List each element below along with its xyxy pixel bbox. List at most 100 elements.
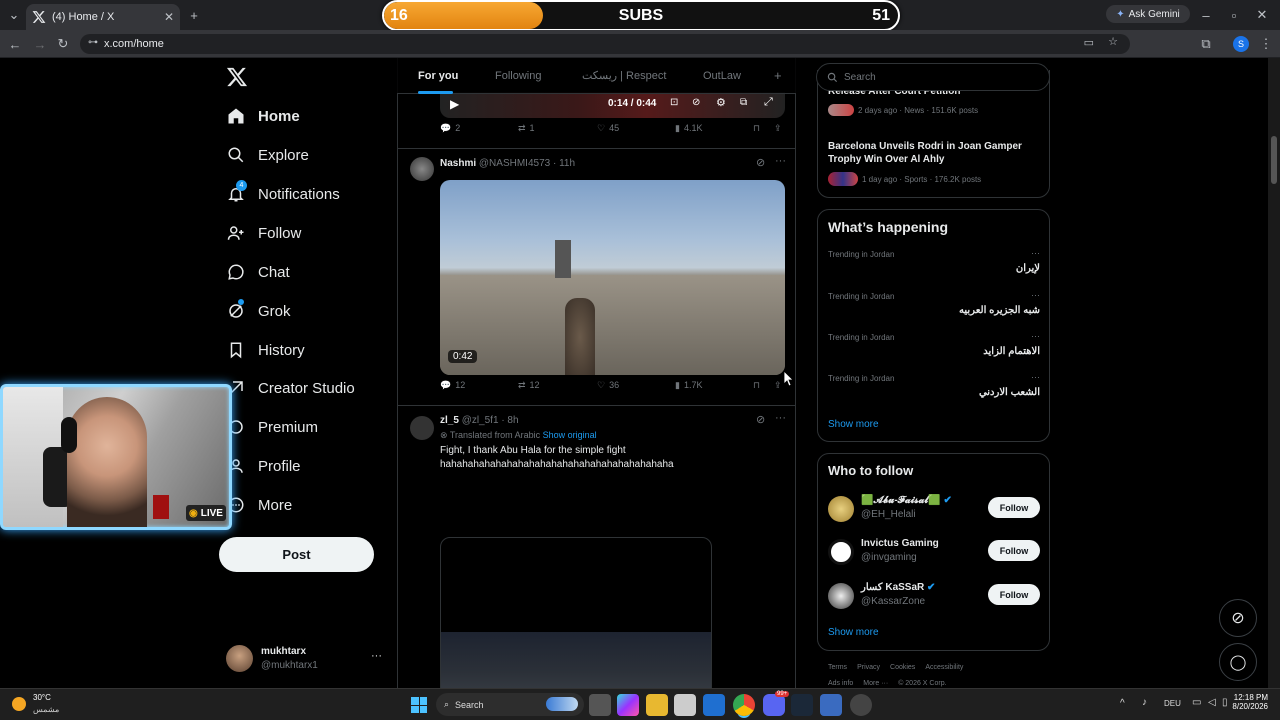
trend-item[interactable]: Trending in Jordan ··· لإيران [828,248,1040,286]
new-tab-icon[interactable]: + [184,5,204,25]
avatar[interactable] [828,539,854,565]
author-handle[interactable]: @NASHMI4573 [479,158,550,169]
video-player-bar[interactable]: ▶ 0:14 / 0:44 ⊡ ⊘ ⚙ ⧉ ⤢ [440,92,785,118]
profile-avatar-icon[interactable]: S [1233,36,1249,52]
trend-more-icon[interactable]: ··· [1031,248,1040,258]
avatar[interactable] [410,157,434,181]
like-button[interactable]: ♡ 45 [597,123,619,134]
reload-icon[interactable]: ↻ [53,34,73,54]
taskbar-search[interactable]: ⌕ Search [436,693,584,716]
chrome-icon[interactable] [733,694,755,716]
tab-following[interactable]: Following [495,70,541,82]
grok-float-button[interactable]: ⊘ [1219,599,1257,637]
captions-icon[interactable]: ⊡ [670,97,678,108]
follow-button[interactable]: Follow [988,584,1040,605]
reply-button[interactable]: 💬 2 [440,123,460,134]
task-view-icon[interactable] [589,694,611,716]
mute-icon[interactable]: ⊘ [692,97,700,108]
tab-close-icon[interactable]: ✕ [164,10,174,24]
video-thumbnail[interactable]: 0:42 [440,180,785,375]
post-time[interactable]: · 8h [501,415,518,426]
sidebar-item-history[interactable]: History [226,337,305,363]
x-logo-icon[interactable] [226,66,248,88]
chrome-menu-icon[interactable]: ⋮ [1256,34,1276,54]
back-icon[interactable]: ← [5,34,25,54]
grok-post-icon[interactable]: ⊘ [756,413,765,426]
sidebar-item-follow[interactable]: Follow [226,220,301,246]
steam-icon[interactable] [791,694,813,716]
store-icon[interactable] [674,694,696,716]
trend-more-icon[interactable]: ··· [1031,290,1040,300]
site-info-icon[interactable]: ⊶ [88,37,98,48]
search-input[interactable]: Search [816,63,1050,91]
forward-icon[interactable]: → [30,34,50,54]
obs-icon[interactable] [850,694,872,716]
add-tab-icon[interactable]: + [774,68,782,83]
footer-link[interactable]: Cookies [890,664,915,671]
extensions-icon[interactable]: ⧉ [1196,34,1216,54]
ask-gemini-button[interactable]: ✦ Ask Gemini [1106,5,1190,23]
views-button[interactable]: ▮ 4.1K [675,123,702,134]
tray-chevron-icon[interactable]: ^ [1120,698,1125,709]
sidebar-item-notifications[interactable]: 4 Notifications [226,180,340,207]
volume-icon[interactable]: ◁ [1208,697,1216,708]
trend-item[interactable]: Trending in Jordan ··· الاهتمام الزايد [828,331,1040,369]
tab-for-you[interactable]: For you [418,70,458,82]
trend-more-icon[interactable]: ··· [1031,372,1040,382]
windows-start-icon[interactable] [411,697,427,713]
follow-suggestion[interactable]: 🟩𝓐𝓫𝓾-𝓕𝓪𝓲𝓼𝓪𝓵🟩 ✔ @EH_Helali Follow [828,494,1043,524]
timeline[interactable]: ▶ 0:14 / 0:44 ⊡ ⊘ ⚙ ⧉ ⤢ 💬 2 ⇄ 1 ♡ 45 ▮ 4.1K … [397,58,796,720]
show-original-link[interactable]: Show original [543,430,597,440]
cast-icon[interactable]: ▭ [1084,36,1094,49]
repost-button[interactable]: ⇄ 12 [518,380,540,391]
post-more-icon[interactable]: ··· [775,412,786,424]
minimize-icon[interactable]: – [1196,5,1216,25]
trend-more-icon[interactable]: ··· [1031,331,1040,341]
grok-post-icon[interactable]: ⊘ [756,156,765,169]
repost-button[interactable]: ⇄ 1 [518,123,535,134]
follow-button[interactable]: Follow [988,497,1040,518]
follow-suggestion[interactable]: كسار KaSSaR ✔ @KassarZone Follow [828,581,1043,611]
sidebar-item-explore[interactable]: Explore [226,142,309,168]
show-more-link[interactable]: Show more [828,627,879,638]
avatar[interactable] [410,416,434,440]
avatar[interactable] [828,496,854,522]
trend-item[interactable]: Trending in Jordan ··· الشعب الاردني [828,372,1040,410]
weather-temp[interactable]: 30°C [33,693,51,702]
copilot-icon[interactable] [617,694,639,716]
bookmark-icon[interactable]: ⊓ [753,380,760,391]
play-icon[interactable]: ▶ [450,97,459,111]
show-more-link[interactable]: Show more [828,419,879,430]
shield-icon[interactable] [820,694,842,716]
post-nashmi[interactable]: Nashmi @NASHMI4573 · 11h ⊘ ··· 0:42 💬 12 … [398,149,795,405]
mail-icon[interactable] [703,694,725,716]
follow-button[interactable]: Follow [988,540,1040,561]
settings-icon[interactable]: ⚙ [716,96,726,109]
microphone-icon[interactable]: ♪ [1142,697,1147,708]
author-name[interactable]: zl_5 [440,415,459,426]
chat-float-button[interactable]: ◯ [1219,643,1257,681]
sidebar-item-chat[interactable]: Chat [226,259,290,285]
file-explorer-icon[interactable] [646,694,668,716]
news-title[interactable]: Barcelona Unveils Rodri in Joan Gamper T… [828,140,1043,166]
follow-suggestion[interactable]: Invictus Gaming @invgaming Follow [828,537,1043,567]
footer-link[interactable]: Privacy [857,664,880,671]
reply-button[interactable]: 💬 12 [440,380,465,391]
pip-icon[interactable]: ⧉ [740,97,747,108]
bookmark-star-icon[interactable]: ☆ [1108,35,1118,48]
maximize-icon[interactable]: ▫ [1224,5,1244,25]
tab-outlaw[interactable]: OutLaw [703,70,741,82]
post-button[interactable]: Post [219,537,374,572]
post-time[interactable]: · 11h [553,158,575,169]
browser-tab[interactable]: (4) Home / X ✕ [26,4,180,30]
scrollbar-thumb[interactable] [1271,136,1277,184]
url-field[interactable]: ⊶ x.com/home ▭ ☆ [80,34,1130,54]
share-icon[interactable]: ⇪ [774,380,782,391]
sidebar-item-profile[interactable]: Profile [226,453,301,479]
window-close-icon[interactable]: ✕ [1252,5,1272,25]
footer-link[interactable]: Accessibility [925,664,963,671]
sidebar-item-premium[interactable]: Premium [226,414,318,440]
footer-link[interactable]: Terms [828,664,847,671]
sidebar-item-more[interactable]: More [226,492,292,518]
bookmark-icon[interactable]: ⊓ [753,123,760,134]
